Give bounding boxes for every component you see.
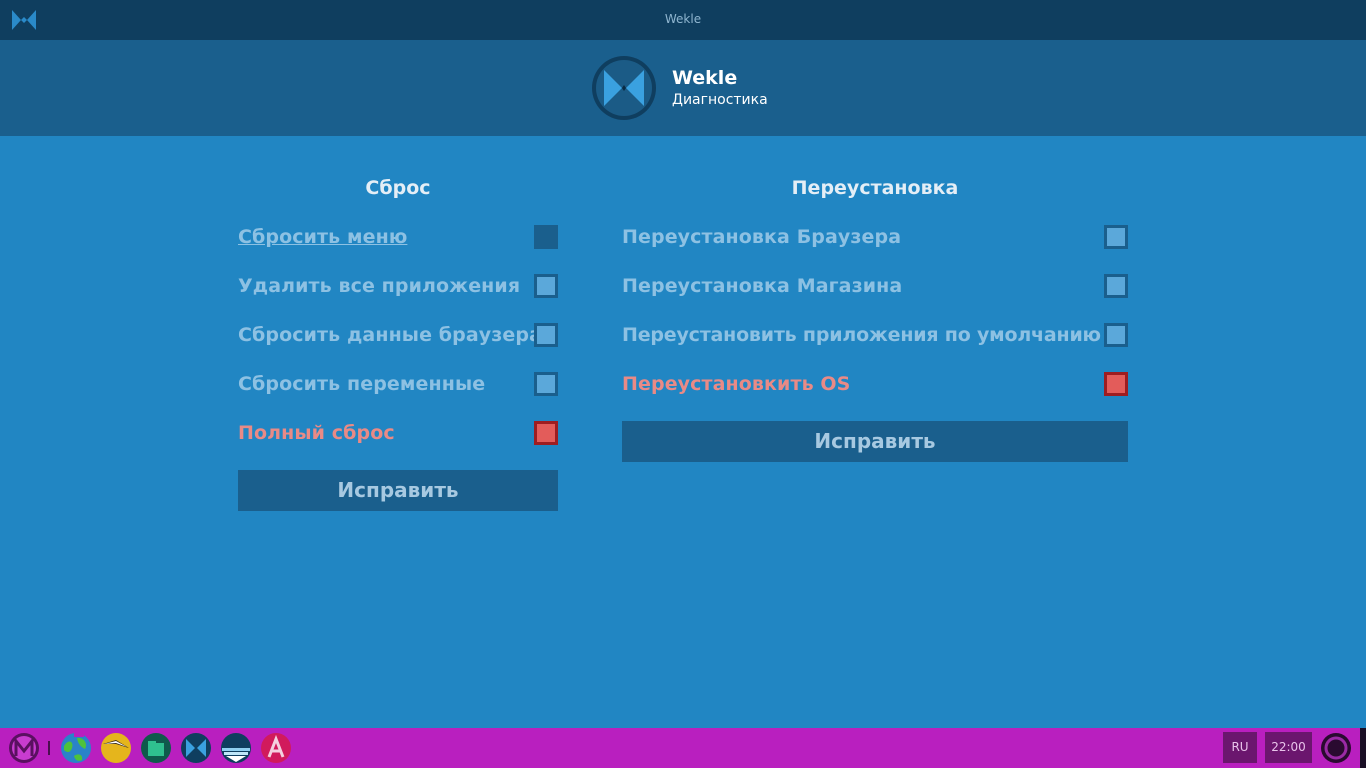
reset-variables-label: Сбросить переменные — [238, 373, 486, 395]
reset-panel-title: Сброс — [365, 177, 431, 199]
screen-edge — [1360, 728, 1366, 768]
clock[interactable]: 22:00 — [1265, 732, 1312, 763]
browser-icon[interactable] — [60, 732, 92, 764]
reinstall-browser-checkbox[interactable] — [1104, 225, 1128, 249]
reinstall-fix-button[interactable]: Исправить — [622, 421, 1128, 462]
weather-icon[interactable] — [220, 732, 252, 764]
menu-icon[interactable] — [8, 732, 40, 764]
power-ring-icon[interactable] — [1320, 732, 1352, 764]
delete-all-apps-checkbox[interactable] — [534, 274, 558, 298]
reinstall-panel-title: Переустановка — [791, 177, 959, 199]
store-icon[interactable] — [140, 732, 172, 764]
wekle-icon[interactable] — [180, 732, 212, 764]
app-name: Wekle — [672, 67, 738, 89]
app-header: Wekle Диагностика — [0, 40, 1366, 136]
reset-browser-data-label: Сбросить данные браузера — [238, 324, 543, 346]
reset-menu-checkbox[interactable] — [534, 225, 558, 249]
reset-fix-button[interactable]: Исправить — [238, 470, 558, 511]
full-reset-label: Полный сброс — [238, 422, 395, 444]
reinstall-store-label: Переустановка Магазина — [622, 275, 903, 297]
files-icon[interactable] — [100, 732, 132, 764]
reinstall-default-apps-label: Переустановить приложения по умолчанию — [622, 324, 1101, 346]
reset-variables-checkbox[interactable] — [534, 372, 558, 396]
delete-all-apps-label: Удалить все приложения — [238, 275, 521, 297]
reset-browser-data-checkbox[interactable] — [534, 323, 558, 347]
window-title: Wekle — [664, 12, 702, 26]
language-indicator[interactable]: RU — [1223, 732, 1257, 763]
title-bar: Wekle — [0, 0, 1366, 40]
taskbar-separator — [48, 741, 50, 755]
wekle-app-icon — [592, 56, 656, 120]
app-subtitle: Диагностика — [672, 92, 768, 108]
reinstall-os-checkbox[interactable] — [1104, 372, 1128, 396]
fonts-icon[interactable] — [260, 732, 292, 764]
taskbar: RU 22:00 — [0, 728, 1366, 768]
reinstall-store-checkbox[interactable] — [1104, 274, 1128, 298]
reinstall-default-apps-checkbox[interactable] — [1104, 323, 1128, 347]
reinstall-os-label: Переустановкить OS — [622, 373, 851, 395]
reinstall-browser-label: Переустановка Браузера — [622, 226, 902, 248]
reset-menu-label[interactable]: Сбросить меню — [238, 226, 407, 248]
full-reset-checkbox[interactable] — [534, 421, 558, 445]
